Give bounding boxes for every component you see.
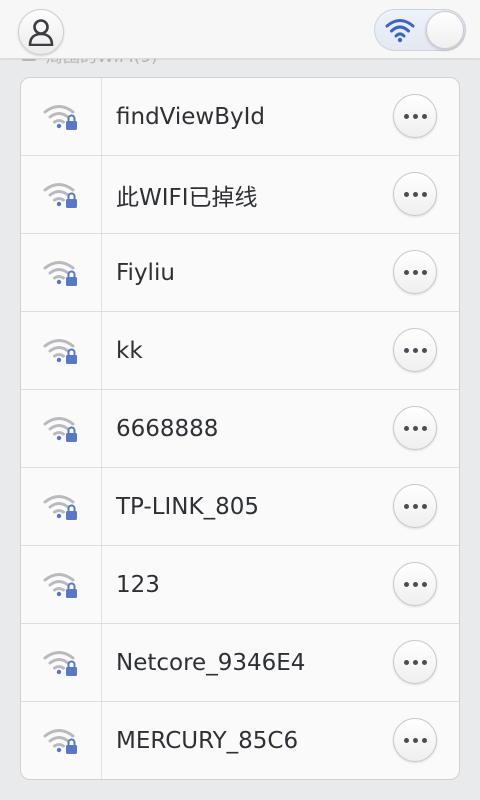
- wifi-network-row[interactable]: 123: [21, 546, 459, 624]
- network-ssid: 6668888: [116, 415, 219, 442]
- signal-cell: [21, 234, 102, 311]
- wifi-network-row[interactable]: MERCURY_85C6: [21, 702, 459, 779]
- wifi-network-row[interactable]: 此WIFI已掉线: [21, 156, 459, 234]
- signal-cell: [21, 546, 102, 623]
- network-ssid: kk: [116, 337, 143, 364]
- more-options-button[interactable]: [393, 94, 437, 138]
- wifi-toggle[interactable]: [374, 9, 466, 51]
- wifi-network-row[interactable]: findViewById: [21, 78, 459, 156]
- wifi-network-row[interactable]: TP-LINK_805: [21, 468, 459, 546]
- wifi-lock-icon: [43, 416, 77, 442]
- wifi-lock-icon: [43, 494, 77, 520]
- signal-cell: [21, 702, 102, 779]
- more-dots-icon: [403, 503, 427, 509]
- wifi-lock-icon: [43, 729, 77, 754]
- wifi-lock-icon: [43, 182, 77, 208]
- more-dots-icon: [403, 425, 427, 431]
- signal-cell: [21, 624, 102, 701]
- signal-cell: [21, 468, 102, 545]
- more-dots-icon: [403, 581, 427, 587]
- network-ssid: 此WIFI已掉线: [116, 184, 258, 211]
- wifi-network-row[interactable]: Fiyliu: [21, 234, 459, 312]
- more-dots-icon: [403, 659, 427, 665]
- wifi-list: findViewById 此WIFI已掉线 Fiyliu kk 6668888 …: [20, 77, 460, 780]
- network-ssid: Netcore_9346E4: [116, 649, 306, 676]
- signal-cell: [21, 156, 102, 233]
- more-options-button[interactable]: [393, 328, 437, 372]
- more-options-button[interactable]: [393, 562, 437, 606]
- signal-cell: [21, 390, 102, 467]
- wifi-icon: [385, 19, 415, 43]
- more-options-button[interactable]: [393, 640, 437, 684]
- wifi-network-row[interactable]: 6668888: [21, 390, 459, 468]
- person-icon: [28, 19, 54, 46]
- network-ssid: MERCURY_85C6: [116, 728, 299, 754]
- signal-cell: [21, 312, 102, 389]
- more-options-button[interactable]: [393, 484, 437, 528]
- wifi-network-row[interactable]: kk: [21, 312, 459, 390]
- wifi-lock-icon: [43, 260, 77, 286]
- more-dots-icon: [403, 269, 427, 275]
- wifi-lock-icon: [43, 572, 77, 598]
- more-dots-icon: [403, 113, 427, 119]
- signal-cell: [21, 78, 102, 155]
- more-dots-icon: [403, 191, 427, 197]
- wifi-lock-icon: [43, 650, 77, 676]
- profile-button[interactable]: [18, 9, 64, 55]
- network-ssid: findViewById: [116, 103, 266, 130]
- toggle-knob: [426, 11, 464, 49]
- wifi-network-row[interactable]: Netcore_9346E4: [21, 624, 459, 702]
- wifi-lock-icon: [43, 338, 77, 364]
- more-dots-icon: [403, 347, 427, 353]
- more-options-button[interactable]: [393, 172, 437, 216]
- more-options-button[interactable]: [393, 406, 437, 450]
- more-dots-icon: [403, 737, 427, 743]
- network-ssid: 123: [116, 571, 160, 598]
- wifi-lock-icon: [43, 104, 77, 130]
- top-bar: [0, 0, 480, 59]
- network-ssid: Fiyliu: [116, 259, 175, 286]
- more-options-button[interactable]: [393, 250, 437, 294]
- network-ssid: TP-LINK_805: [116, 493, 259, 520]
- more-options-button[interactable]: [393, 718, 437, 762]
